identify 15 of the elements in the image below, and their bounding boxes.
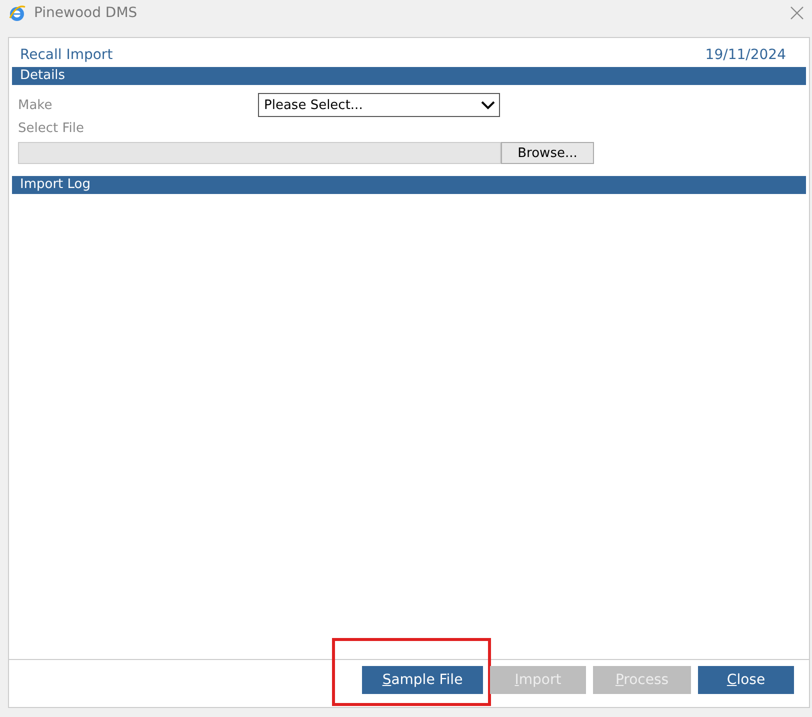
field-label: Make (18, 98, 54, 112)
action-button[interactable]: Sample File (362, 666, 483, 694)
field-label: Select File (18, 121, 85, 136)
form-date: 19/11/2024 (705, 47, 786, 63)
window-title: Pinewood DMS (34, 5, 138, 21)
browser-icon (8, 4, 26, 22)
chevron-down-icon (481, 100, 495, 110)
file-path-field[interactable] (18, 142, 501, 164)
close-icon[interactable] (790, 6, 804, 20)
section-header: Details (12, 67, 806, 85)
form-title: Recall Import (20, 47, 113, 63)
action-button[interactable]: Close (698, 666, 794, 694)
browse-button[interactable]: Browse... (501, 142, 594, 164)
make-dropdown[interactable]: Please Select... (258, 93, 500, 117)
section-header: Import Log (12, 176, 806, 194)
